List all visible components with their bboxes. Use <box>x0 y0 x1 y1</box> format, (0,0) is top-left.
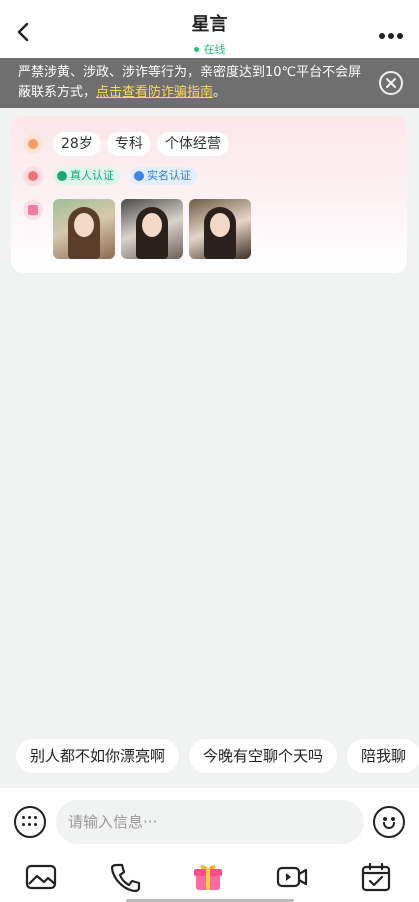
profile-tags: 28岁 专科 个体经营 <box>53 132 229 156</box>
message-input[interactable] <box>56 800 364 844</box>
phone-icon[interactable] <box>108 860 142 894</box>
video-call-icon[interactable] <box>275 860 309 894</box>
occupation-tag: 个体经营 <box>156 132 229 156</box>
quick-reply-chip[interactable]: 今晚有空聊个天吗 <box>189 739 338 773</box>
verification-icon <box>23 166 43 186</box>
warning-text-end: 。 <box>213 85 227 100</box>
close-icon <box>386 78 396 88</box>
online-dot-icon <box>193 46 199 52</box>
contact-name[interactable]: 星言 <box>0 10 419 36</box>
profile-card[interactable]: 28岁 专科 个体经营 真人认证 实名认证 <box>11 116 407 273</box>
online-status: 在线 <box>0 41 419 57</box>
person-icon <box>134 171 144 181</box>
education-tag: 专科 <box>106 132 151 156</box>
photos-icon <box>23 200 43 220</box>
anti-fraud-guide-link[interactable]: 点击查看防诈骗指南 <box>96 85 213 100</box>
message-input-bar <box>0 788 419 902</box>
real-name-label: 实名认证 <box>147 169 191 182</box>
real-person-badge: 真人认证 <box>53 167 120 185</box>
quick-reply-chip[interactable]: 陪我聊 <box>347 739 419 773</box>
image-icon[interactable] <box>24 860 58 894</box>
close-warning-button[interactable] <box>379 71 403 95</box>
calendar-check-icon[interactable] <box>359 860 393 894</box>
profile-photo[interactable] <box>189 199 251 259</box>
online-status-label: 在线 <box>203 43 226 56</box>
verification-badges: 真人认证 实名认证 <box>53 167 197 185</box>
basic-info-icon <box>23 134 43 154</box>
keyboard-toggle-icon[interactable] <box>14 806 46 838</box>
quick-reply-list: 别人都不如你漂亮啊 今晚有空聊个天吗 陪我聊 <box>16 739 419 773</box>
emoji-icon[interactable] <box>373 806 405 838</box>
real-person-label: 真人认证 <box>70 169 114 182</box>
age-tag: 28岁 <box>53 132 101 156</box>
fraud-warning-banner: 严禁涉黄、涉政、涉诈等行为，亲密度达到10℃平台不会屏蔽联系方式，点击查看防诈骗… <box>0 58 419 108</box>
gift-icon[interactable] <box>191 860 225 894</box>
real-name-badge: 实名认证 <box>130 167 197 185</box>
photo-strip <box>53 199 251 259</box>
profile-photo[interactable] <box>121 199 183 259</box>
chat-header: 星言 在线 <box>0 0 419 58</box>
more-options-icon[interactable] <box>379 24 407 39</box>
quick-reply-chip[interactable]: 别人都不如你漂亮啊 <box>16 739 180 773</box>
profile-photo[interactable] <box>53 199 115 259</box>
check-icon <box>57 171 67 181</box>
chat-toolbar <box>0 858 419 898</box>
